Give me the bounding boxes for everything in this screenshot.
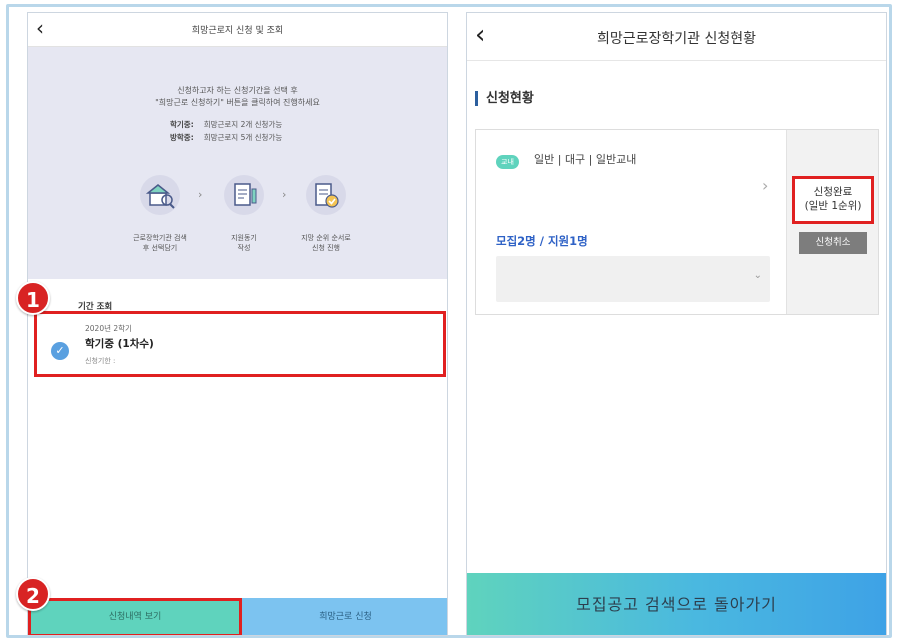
check-document-icon — [306, 175, 346, 215]
back-to-search-button[interactable]: 모집공고 검색으로 돌아가기 — [467, 573, 886, 635]
rule-vacation: 방학중: 희망근로지 5개 신청가능 — [170, 132, 282, 143]
step-label-3: 지망 순위 순서로신청 진행 — [281, 233, 371, 253]
check-circle-icon[interactable]: ✓ — [51, 342, 69, 360]
campus-tag: 교내 — [496, 155, 519, 169]
detail-select[interactable]: ⌄ — [496, 256, 770, 302]
step-arrow-icon: › — [282, 188, 287, 201]
status-badge: 신청완료 (일반 1순위) — [792, 176, 874, 224]
rule-label: 학기중: — [170, 120, 194, 129]
right-page-title: 희망근로장학기관 신청현황 — [596, 31, 756, 47]
recruit-count: 모집2명 / 지원1명 — [496, 234, 588, 248]
right-header: ‹ 희망근로장학기관 신청현황 — [467, 13, 886, 61]
step-arrow-icon: › — [198, 188, 203, 201]
guide-description: 신청하고자 하는 신청기간을 선택 후 "희망근로 신청하기" 버튼을 클릭하여… — [28, 85, 447, 109]
card-status-panel: 신청완료 (일반 1순위) 신청취소 — [786, 130, 878, 314]
step-label-line: 후 선택담기 — [142, 244, 178, 252]
cancel-application-button[interactable]: 신청취소 — [799, 232, 867, 254]
search-building-icon — [140, 175, 180, 215]
status-section-title: 신청현황 — [475, 91, 534, 106]
status-line-2: (일반 1순위) — [804, 200, 862, 212]
step-label-line: 신청 진행 — [312, 244, 340, 252]
step-badge-2: 2 — [16, 577, 50, 611]
application-guide-panel: 신청하고자 하는 신청기간을 선택 후 "희망근로 신청하기" 버튼을 클릭하여… — [28, 47, 447, 279]
step-badge-1: 1 — [16, 281, 50, 315]
term-name: 학기중 (1차수) — [85, 338, 154, 350]
left-bottom-bar: 신청내역 보기 희망근로 신청 — [28, 598, 447, 635]
guide-line-1: 신청하고자 하는 신청기간을 선택 후 — [177, 86, 298, 95]
rule-label: 방학중: — [170, 133, 194, 142]
step-label-line: 지원동기 — [231, 234, 257, 242]
document-write-icon — [224, 175, 264, 215]
step-label-line: 지망 순위 순서로 — [301, 234, 351, 242]
status-line-1: 신청완료 — [813, 186, 853, 198]
step-label-line: 작성 — [237, 244, 251, 252]
rule-text: 희망근로지 5개 신청가능 — [203, 133, 283, 142]
left-header: ‹ 희망근로지 신청 및 조회 — [28, 13, 447, 47]
step-label-2: 지원동기작성 — [199, 233, 289, 253]
left-page-title: 희망근로지 신청 및 조회 — [191, 26, 284, 36]
term-year: 2020년 2학기 — [85, 324, 132, 333]
view-history-button[interactable]: 신청내역 보기 — [28, 598, 242, 635]
application-card: 교내 일반 | 대구 | 일반교내 › 모집2명 / 지원1명 ⌄ 신청완료 (… — [475, 129, 879, 315]
term-period: 신청기한 : — [85, 357, 116, 365]
term-list-item[interactable]: ✓ 2020년 2학기 학기중 (1차수) 신청기한 : — [34, 311, 446, 377]
left-phone-screen: ‹ 희망근로지 신청 및 조회 신청하고자 하는 신청기간을 선택 후 "희망근… — [27, 12, 448, 636]
chevron-down-icon: ⌄ — [753, 270, 762, 281]
rule-text: 희망근로지 2개 신청가능 — [203, 120, 283, 129]
apply-button[interactable]: 희망근로 신청 — [242, 598, 447, 635]
right-phone-screen: ‹ 희망근로장학기관 신청현황 신청현황 교내 일반 | 대구 | 일반교내 ›… — [466, 12, 887, 636]
rule-semester: 학기중: 희망근로지 2개 신청가능 — [170, 119, 282, 130]
step-label-1: 근로장학기관 검색후 선택담기 — [115, 233, 205, 253]
step-label-line: 근로장학기관 검색 — [133, 234, 187, 242]
chevron-right-icon[interactable]: › — [762, 176, 768, 195]
card-info: 일반 | 대구 | 일반교내 — [534, 153, 637, 166]
guide-line-2: "희망근로 신청하기" 버튼을 클릭하여 진행하세요 — [155, 98, 320, 107]
